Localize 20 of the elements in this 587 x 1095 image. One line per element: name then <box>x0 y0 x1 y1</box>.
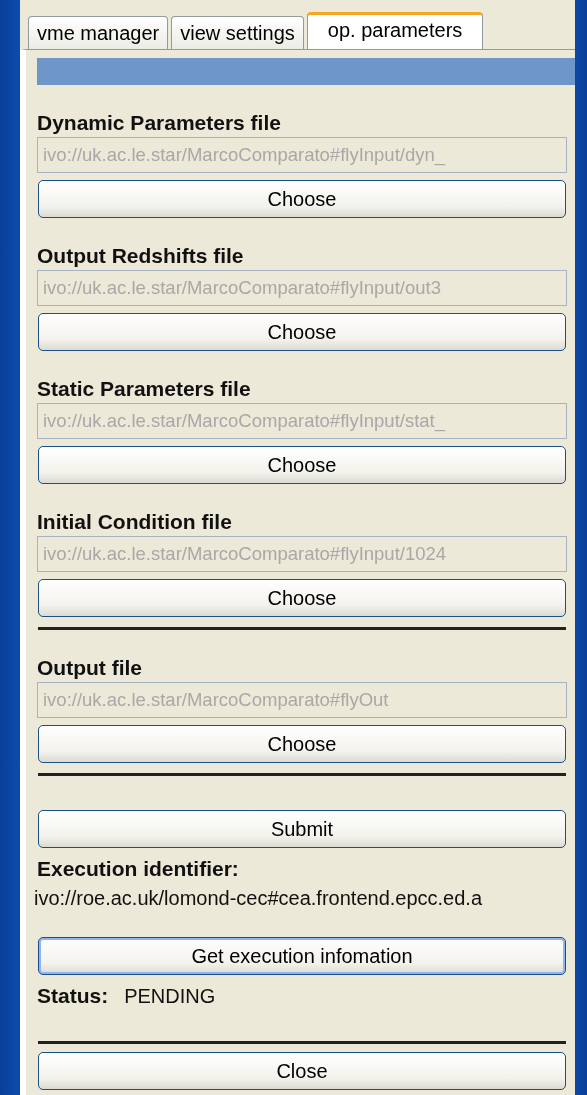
close-button[interactable]: Close <box>38 1051 566 1090</box>
execution-id: ivo://roe.ac.uk/lomond-cec#cea.frontend.epcc.ed.a <box>34 885 484 911</box>
field-label: Static Parameters file <box>37 375 252 402</box>
submit-button[interactable]: Submit <box>38 809 566 848</box>
info-button[interactable]: Get execution infomation <box>38 936 566 975</box>
execution-label: Execution identifier: <box>37 855 240 881</box>
field-label: Dynamic Parameters file <box>37 110 282 136</box>
tab[interactable]: view settings <box>171 16 304 49</box>
field-label: Output file <box>37 654 143 680</box>
choose-button[interactable]: Choose <box>38 312 566 351</box>
tab[interactable]: vme manager <box>28 16 169 49</box>
choose-button[interactable]: Choose <box>38 724 566 763</box>
choose-button[interactable]: Choose <box>38 179 566 218</box>
choose-button[interactable]: Choose <box>38 445 566 484</box>
choose-button[interactable]: Choose <box>38 578 566 617</box>
status-value: PENDING <box>124 983 216 1009</box>
status-label: Status: <box>37 982 109 1009</box>
tab[interactable]: op. parameters <box>306 12 484 50</box>
field-label: Output Redshifts file <box>37 242 245 269</box>
field-label: Initial Condition file <box>37 508 233 534</box>
